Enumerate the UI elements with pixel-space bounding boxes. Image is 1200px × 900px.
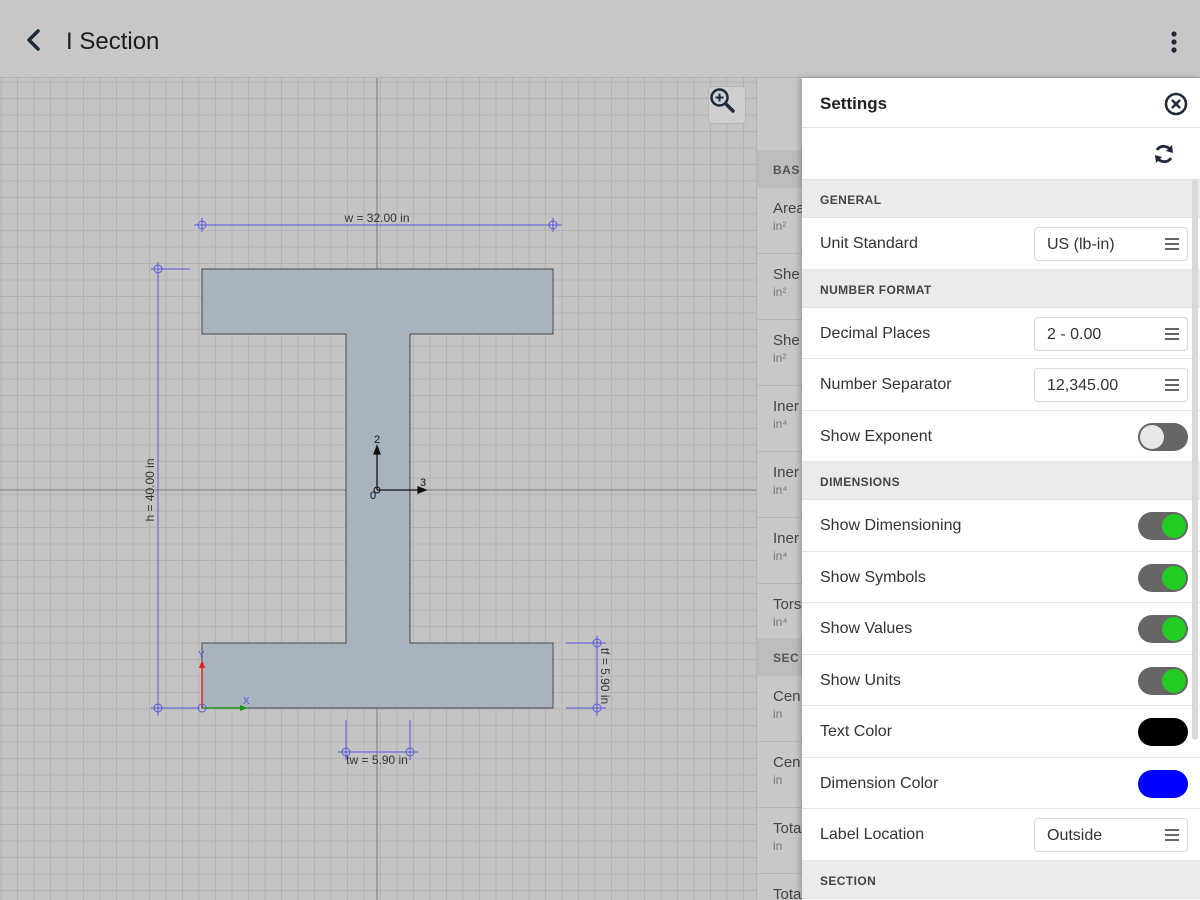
- axis-3-label: 3: [420, 477, 426, 489]
- refresh-icon: [1155, 144, 1173, 164]
- show-values-row: Show Values: [802, 603, 1200, 655]
- settings-panel: Settings GENERAL Unit Standard US (lb-in…: [802, 78, 1200, 900]
- show-exponent-row: Show Exponent: [802, 411, 1200, 462]
- back-button[interactable]: [18, 24, 50, 56]
- zoom-button[interactable]: [708, 86, 746, 124]
- height-dimension-label: h = 40.00 in: [143, 458, 157, 521]
- axis-2-label: 2: [374, 434, 380, 446]
- decimal-places-label: Decimal Places: [820, 324, 931, 342]
- unit-standard-label: Unit Standard: [820, 235, 918, 252]
- general-header: GENERAL: [802, 180, 1200, 218]
- web-thickness-label: tw = 5.90 in: [346, 753, 408, 767]
- text-color-row: Text Color: [802, 706, 1200, 758]
- chevron-left-icon: [27, 29, 40, 51]
- list-icon: [1165, 327, 1179, 340]
- number-format-header: NUMBER FORMAT: [802, 269, 1200, 308]
- settings-toolbar: [802, 128, 1200, 180]
- close-settings-button[interactable]: [1162, 90, 1190, 118]
- kebab-menu-icon: [1171, 31, 1177, 53]
- more-options-button[interactable]: [1160, 24, 1188, 60]
- decimal-places-select[interactable]: 2 - 0.00: [1034, 316, 1188, 351]
- dimension-color-label: Dimension Color: [820, 774, 939, 792]
- label-location-row: Label Location Outside: [802, 809, 1200, 861]
- show-exponent-label: Show Exponent: [820, 427, 933, 445]
- height-dimension: [151, 262, 200, 716]
- origin-label: 0: [370, 490, 376, 502]
- show-dimensioning-label: Show Dimensioning: [820, 517, 962, 534]
- number-separator-select[interactable]: 12,345.00: [1034, 368, 1188, 402]
- text-color-label: Text Color: [820, 723, 893, 740]
- text-color-swatch[interactable]: [1138, 718, 1188, 746]
- settings-title: Settings: [820, 94, 888, 113]
- close-circle-icon: [1164, 92, 1188, 116]
- show-units-toggle[interactable]: [1138, 666, 1188, 695]
- width-dimension-label: w = 32.00 in: [343, 211, 409, 225]
- local-x-label: X: [243, 696, 250, 707]
- show-dimensioning-row: Show Dimensioning: [802, 500, 1200, 552]
- list-icon: [1165, 829, 1179, 841]
- show-symbols-label: Show Symbols: [820, 568, 926, 586]
- number-separator-row: Number Separator 12,345.00: [802, 359, 1200, 411]
- number-separator-label: Number Separator: [820, 376, 952, 393]
- page-title: I Section: [66, 28, 160, 55]
- show-exponent-toggle[interactable]: [1138, 422, 1188, 451]
- list-icon: [1165, 238, 1179, 250]
- show-symbols-toggle[interactable]: [1138, 563, 1188, 592]
- show-dimensioning-toggle[interactable]: [1138, 512, 1188, 540]
- unit-standard-select[interactable]: US (lb-in): [1034, 227, 1188, 261]
- unit-standard-row: Unit Standard US (lb-in): [802, 218, 1200, 270]
- section-canvas[interactable]: w = 32.00 in h = 40.00 in tf = 5.90 in t…: [0, 78, 756, 900]
- decimal-places-row: Decimal Places 2 - 0.00: [802, 308, 1200, 359]
- settings-scrollbar[interactable]: [1192, 180, 1198, 740]
- reset-settings-button[interactable]: [1150, 140, 1178, 168]
- dimension-color-swatch[interactable]: [1138, 769, 1188, 798]
- list-icon: [1165, 379, 1179, 391]
- settings-header: Settings: [802, 78, 1200, 128]
- label-location-select[interactable]: Outside: [1034, 818, 1188, 852]
- local-y-label: Y: [198, 650, 205, 661]
- show-values-toggle[interactable]: [1138, 615, 1188, 643]
- label-location-label: Label Location: [820, 826, 925, 843]
- zoom-in-icon: [710, 88, 735, 113]
- show-values-label: Show Values: [820, 620, 913, 637]
- show-symbols-row: Show Symbols: [802, 552, 1200, 603]
- dimensions-header: DIMENSIONS: [802, 462, 1200, 500]
- show-units-row: Show Units: [802, 655, 1200, 706]
- dimension-color-row: Dimension Color: [802, 758, 1200, 809]
- section-header: SECTION: [802, 860, 1200, 899]
- section-drawing: w = 32.00 in h = 40.00 in tf = 5.90 in t…: [0, 78, 756, 900]
- flange-thickness-label: tf = 5.90 in: [598, 648, 612, 704]
- show-units-label: Show Units: [820, 671, 901, 689]
- app-bar: I Section: [0, 0, 1200, 78]
